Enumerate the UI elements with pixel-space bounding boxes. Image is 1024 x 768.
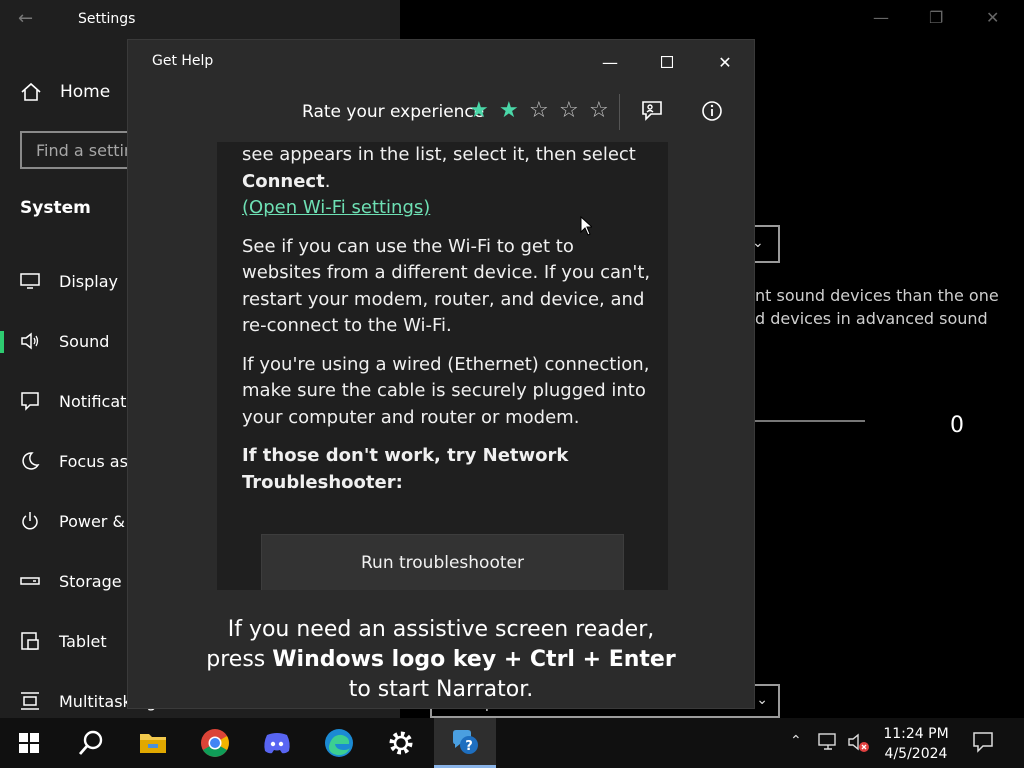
toolbar-divider bbox=[619, 94, 620, 130]
narrator-line: to start Narrator. bbox=[348, 677, 534, 702]
start-icon bbox=[19, 733, 39, 753]
notification-icon bbox=[21, 392, 39, 411]
taskbar-settings[interactable] bbox=[370, 718, 432, 768]
storage-icon bbox=[20, 577, 40, 585]
sidebar-item-label: Tablet bbox=[59, 631, 107, 651]
get-help-window: Get Help — ✕ Rate your experience ★ ★ ☆ … bbox=[128, 40, 754, 708]
narrator-text: press bbox=[206, 647, 273, 672]
mouse-cursor-icon bbox=[580, 216, 592, 236]
help-article: see appears in the list, select it, then… bbox=[242, 142, 652, 508]
volume-value: 0 bbox=[950, 413, 964, 438]
settings-titlebar: ← Settings bbox=[0, 0, 400, 40]
desktop: ← Settings Home Find a setting System Di… bbox=[0, 0, 1024, 768]
feedback-icon[interactable] bbox=[639, 98, 665, 124]
back-arrow-icon[interactable]: ← bbox=[18, 8, 33, 29]
taskbar-search-button[interactable] bbox=[60, 718, 122, 768]
home-icon bbox=[21, 82, 41, 101]
close-icon[interactable]: ✕ bbox=[986, 8, 999, 27]
tablet-icon bbox=[21, 632, 39, 650]
moon-icon bbox=[22, 452, 40, 470]
edge-icon bbox=[325, 729, 353, 757]
start-button[interactable] bbox=[0, 718, 58, 768]
help-paragraph: See if you can use the Wi-Fi to get to w… bbox=[242, 235, 651, 337]
discord-icon bbox=[264, 733, 290, 754]
rate-experience-label: Rate your experience bbox=[302, 102, 485, 122]
section-heading: System bbox=[20, 198, 91, 218]
rating-star-1[interactable]: ★ bbox=[469, 98, 489, 123]
rating-star-5[interactable]: ☆ bbox=[589, 98, 609, 123]
action-center-icon[interactable] bbox=[972, 731, 994, 753]
bold-text: If those don't work, try Network Trouble… bbox=[242, 445, 569, 493]
nav-home[interactable]: Home bbox=[20, 80, 110, 104]
chevron-down-icon: ⌄ bbox=[756, 692, 768, 708]
paragraph-text: see appears in the list, select it, then… bbox=[242, 144, 636, 165]
minimize-button[interactable]: — bbox=[590, 48, 630, 76]
sound-description-line: d devices in advanced sound bbox=[755, 309, 988, 328]
get-help-title: Get Help bbox=[152, 53, 214, 69]
taskbar-chrome[interactable] bbox=[184, 718, 246, 768]
volume-muted-icon[interactable] bbox=[848, 733, 870, 753]
close-button[interactable]: ✕ bbox=[705, 48, 745, 76]
monitor-icon bbox=[20, 273, 40, 289]
rating-star-4[interactable]: ☆ bbox=[559, 98, 579, 123]
get-help-icon: ? bbox=[453, 729, 478, 754]
info-icon[interactable] bbox=[699, 98, 725, 124]
help-paragraph: see appears in the list, select it, then… bbox=[242, 142, 652, 222]
system-clock[interactable]: 11:24 PM 4/5/2024 bbox=[880, 724, 952, 764]
taskbar-file-explorer[interactable] bbox=[122, 718, 184, 768]
sidebar-item-label: Display bbox=[59, 271, 118, 291]
rating-star-3[interactable]: ☆ bbox=[529, 98, 549, 123]
sound-description-line: nt sound devices than the one bbox=[755, 286, 999, 305]
run-troubleshooter-button[interactable]: Run troubleshooter bbox=[261, 534, 624, 590]
rating-toolbar: Rate your experience ★ ★ ☆ ☆ ☆ bbox=[128, 92, 754, 132]
clock-date: 4/5/2024 bbox=[884, 746, 948, 762]
settings-gear-icon bbox=[389, 731, 413, 755]
settings-window-title: Settings bbox=[78, 11, 136, 27]
volume-slider[interactable] bbox=[755, 420, 865, 422]
minimize-icon[interactable]: — bbox=[873, 8, 889, 27]
taskbar: ? ⌃ 11:24 PM 4/5/2024 bbox=[0, 718, 1024, 768]
nav-home-label: Home bbox=[60, 82, 111, 102]
taskbar-edge[interactable] bbox=[308, 718, 370, 768]
help-paragraph: If those don't work, try Network Trouble… bbox=[242, 443, 652, 496]
selected-indicator bbox=[0, 331, 4, 353]
get-help-titlebar: Get Help — ✕ bbox=[128, 40, 754, 84]
help-content-panel[interactable]: see appears in the list, select it, then… bbox=[217, 142, 668, 590]
restore-icon[interactable]: ❐ bbox=[929, 8, 943, 27]
show-hidden-icons-chevron-icon[interactable]: ⌃ bbox=[790, 733, 802, 749]
file-explorer-icon bbox=[140, 734, 166, 753]
open-wifi-settings-link[interactable]: (Open Wi-Fi settings) bbox=[242, 197, 430, 218]
rating-star-2[interactable]: ★ bbox=[499, 98, 519, 123]
taskbar-discord[interactable] bbox=[246, 718, 308, 768]
search-icon bbox=[78, 730, 103, 755]
taskbar-get-help[interactable]: ? bbox=[434, 718, 496, 768]
maximize-button[interactable] bbox=[647, 48, 687, 76]
bold-text: Connect bbox=[242, 170, 325, 192]
sidebar-item-label: Storage bbox=[59, 571, 122, 591]
narrator-shortcut: Windows logo key + Ctrl + Enter bbox=[272, 647, 676, 672]
narrator-line: If you need an assistive screen reader, bbox=[227, 617, 655, 642]
narrator-hint: If you need an assistive screen reader, … bbox=[128, 615, 754, 705]
sidebar-item-label: Sound bbox=[59, 331, 110, 351]
help-paragraph: If you're using a wired (Ethernet) conne… bbox=[242, 353, 650, 428]
settings-search-input[interactable]: Find a setting bbox=[20, 131, 140, 169]
paragraph-text: . bbox=[324, 170, 331, 192]
svg-text:?: ? bbox=[465, 739, 473, 754]
chrome-icon bbox=[201, 729, 229, 757]
power-icon bbox=[22, 512, 38, 530]
maximize-icon bbox=[661, 56, 673, 68]
network-icon[interactable] bbox=[818, 733, 840, 751]
speaker-icon bbox=[21, 332, 39, 350]
multitasking-icon bbox=[21, 692, 39, 710]
clock-time: 11:24 PM bbox=[883, 726, 949, 742]
narrator-line: press Windows logo key + Ctrl + Enter bbox=[128, 645, 754, 675]
